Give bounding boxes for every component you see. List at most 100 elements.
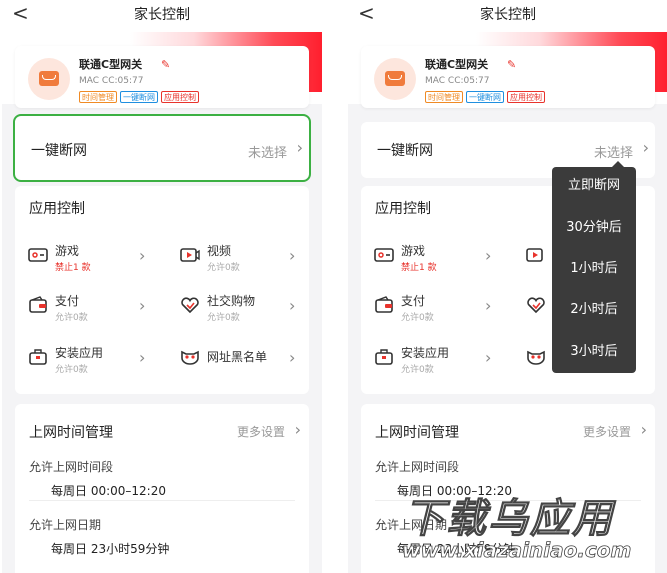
watermark: 下载乌应用 www.xiazainiao.com [396,480,664,570]
app-sub: 禁止1 款 [401,263,437,273]
app-item-install[interactable]: 安装应用 允许0款 › [27,342,167,382]
watermark-url: www.xiazainiao.com [402,538,632,563]
app-item-video[interactable]: 视频 允许0款 › [179,240,319,280]
period-value: 每周日 00:00–12:20 [51,484,166,498]
game-icon [374,248,394,262]
video-icon [180,248,200,262]
one-key-disconnect-row[interactable]: 一键断网 未选择 › [13,114,311,182]
tag-disconnect: 一键断网 [120,91,158,103]
toolbox-icon [29,349,47,365]
chevron-right-icon: › [642,138,649,157]
chevron-right-icon: › [289,296,296,315]
edit-icon[interactable]: ✎ [161,58,170,71]
chevron-right-icon: › [485,348,492,367]
chevron-right-icon: › [640,420,647,439]
one-key-value: 未选择 [593,146,633,161]
chevron-right-icon: › [289,246,296,265]
app-item-social[interactable]: 社交购物 允许0款 › [179,290,319,330]
menu-item-1h[interactable]: 1小时后 [552,254,636,284]
watermark-title: 下载乌应用 [404,496,614,543]
app-name: 安装应用 [401,346,450,360]
top-bar: < 家长控制 [2,0,322,32]
divider [29,500,295,501]
chevron-right-icon: › [296,138,303,157]
menu-item-3h[interactable]: 3小时后 [552,337,636,367]
app-sub: 允许0款 [207,263,240,273]
time-mgmt-title: 上网时间管理 [375,425,459,441]
chevron-right-icon: › [485,246,492,265]
top-bar: < 家长控制 [348,0,667,32]
chevron-right-icon: › [139,246,146,265]
app-name: 游戏 [401,244,426,258]
one-key-label: 一键断网 [31,143,87,159]
tag-app: 应用控制 [161,91,199,103]
heart-icon [527,297,545,314]
page-title: 家长控制 [480,7,536,23]
wallet-icon [375,296,393,313]
period-label: 允许上网时间段 [375,460,460,474]
app-item-pay[interactable]: 支付 允许0款 › [27,290,167,330]
device-mac: MAC CC:05:77 [425,76,490,86]
date-value: 每周日 23小时59分钟 [51,542,170,556]
device-card[interactable]: 联通C型网关 ✎ MAC CC:05:77 时间管理 一键断网 应用控制 [15,46,309,108]
mask-icon [181,350,199,365]
more-settings-link[interactable]: 更多设置 [237,423,285,440]
app-sub: 禁止1 款 [55,263,91,273]
app-sub: 允许0款 [55,365,88,375]
router-icon [28,58,70,100]
app-name: 网址黑名单 [207,350,268,364]
more-settings-link[interactable]: 更多设置 [583,423,631,440]
time-management-card: 上网时间管理 更多设置 › 允许上网时间段 每周日 00:00–12:20 允许… [15,404,309,573]
chevron-right-icon: › [289,348,296,367]
device-name: 联通C型网关 [425,58,489,71]
app-item-game[interactable]: 游戏 禁止1 款 › [373,240,513,280]
game-icon [28,248,48,262]
app-name: 支付 [55,294,80,308]
menu-item-30min[interactable]: 30分钟后 [552,213,636,243]
app-name: 社交购物 [207,294,256,308]
one-key-label: 一键断网 [377,143,433,159]
app-sub: 允许0款 [207,313,240,323]
device-name: 联通C型网关 [79,58,143,71]
left-screen: < 家长控制 联通C型网关 ✎ MAC CC:05:77 时间管理 一键断网 应… [2,0,322,573]
app-name: 视频 [207,244,232,258]
app-item-blacklist[interactable]: 网址黑名单 › [179,342,319,382]
app-name: 安装应用 [55,346,104,360]
app-name: 支付 [401,294,426,308]
heart-icon [181,297,199,314]
menu-item-now[interactable]: 立即断网 [552,171,636,201]
app-sub: 允许0款 [401,313,434,323]
page-title: 家长控制 [134,7,190,23]
app-control-title: 应用控制 [375,201,431,217]
period-label: 允许上网时间段 [29,460,114,474]
disconnect-options-menu: 立即断网 30分钟后 1小时后 2小时后 3小时后 [552,161,636,373]
wallet-icon [29,296,47,313]
router-icon [374,58,416,100]
app-item-install[interactable]: 安装应用 允许0款 › [373,342,513,382]
app-item-pay[interactable]: 支付 允许0款 › [373,290,513,330]
tag-app: 应用控制 [507,91,545,103]
time-mgmt-title: 上网时间管理 [29,425,113,441]
device-mac: MAC CC:05:77 [79,76,144,86]
edit-icon[interactable]: ✎ [507,58,516,71]
app-sub: 允许0款 [401,365,434,375]
app-control-title: 应用控制 [29,201,85,217]
chevron-right-icon: › [485,296,492,315]
app-name: 游戏 [55,244,80,258]
chevron-right-icon: › [294,420,301,439]
app-control-card: 应用控制 游戏 禁止1 款 › 视频 允许0款 › 支付 允许0款 › 社交购物… [15,186,309,394]
chevron-right-icon: › [139,296,146,315]
device-tags: 时间管理 一键断网 应用控制 [79,91,199,103]
app-item-game[interactable]: 游戏 禁止1 款 › [27,240,167,280]
toolbox-icon [375,349,393,365]
device-card[interactable]: 联通C型网关 ✎ MAC CC:05:77 时间管理 一键断网 应用控制 [361,46,655,108]
app-sub: 允许0款 [55,313,88,323]
tag-time: 时间管理 [425,91,463,103]
mask-icon [527,350,545,365]
tag-time: 时间管理 [79,91,117,103]
one-key-value: 未选择 [247,146,287,161]
tag-disconnect: 一键断网 [466,91,504,103]
menu-item-2h[interactable]: 2小时后 [552,295,636,325]
chevron-right-icon: › [139,348,146,367]
video-icon [526,248,543,262]
